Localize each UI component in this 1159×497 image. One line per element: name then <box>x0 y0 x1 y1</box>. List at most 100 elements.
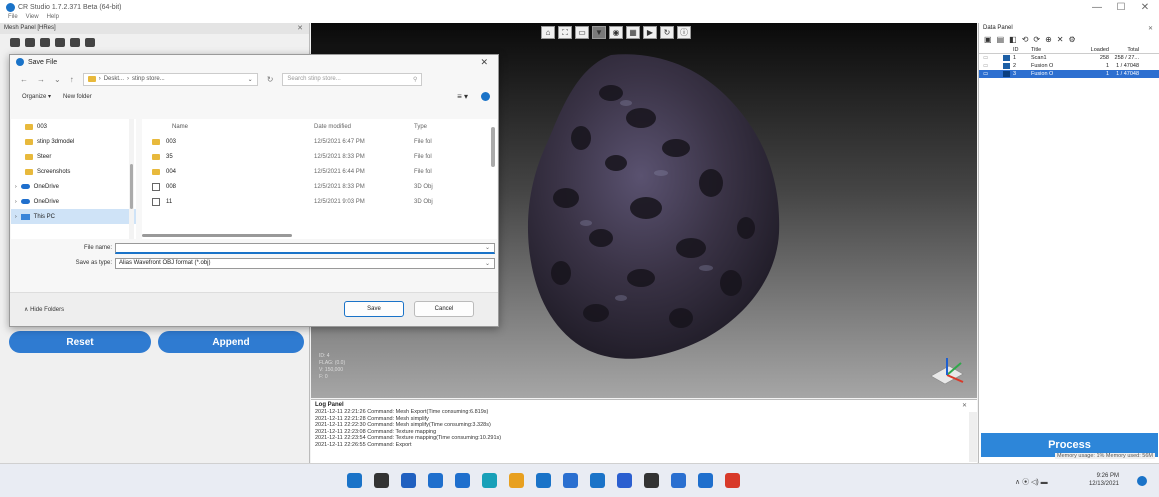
chevron-down-icon[interactable]: ⌄ <box>54 75 61 84</box>
new-folder-button[interactable]: New folder <box>63 94 92 100</box>
log-panel-close-icon[interactable]: ✕ <box>962 402 967 409</box>
mesh-tool-icon[interactable] <box>55 37 65 47</box>
mesh-panel-close-icon[interactable]: ✕ <box>297 23 303 34</box>
column-header-type[interactable]: Type <box>414 124 474 130</box>
menu-view[interactable]: View <box>26 14 39 23</box>
refresh-icon[interactable]: ↻ <box>267 75 274 84</box>
undo-icon[interactable]: ⟲ <box>1022 35 1029 44</box>
data-tool-icon[interactable]: ◧ <box>1009 35 1017 44</box>
taskbar-app-icon[interactable] <box>428 473 443 488</box>
taskbar-app-icon[interactable] <box>644 473 659 488</box>
clock[interactable]: 9:26 PM 12/13/2021 <box>1089 472 1119 488</box>
breadcrumb-item[interactable]: stinp store... <box>132 76 165 82</box>
info-icon[interactable] <box>85 37 95 47</box>
file-row[interactable]: 11 12/5/2021 9:03 PM 3D Obj <box>142 194 497 209</box>
mesh-tool-icon[interactable] <box>70 37 80 47</box>
delete-icon[interactable]: ▤ <box>997 35 1005 44</box>
taskbar-app-icon[interactable] <box>725 473 740 488</box>
taskbar-app-icon[interactable] <box>482 473 497 488</box>
file-row[interactable]: 35 12/5/2021 8:33 PM File fol <box>142 149 497 164</box>
minimize-button[interactable]: — <box>1086 0 1108 14</box>
reset-button[interactable]: Reset <box>9 331 151 353</box>
color-swatch <box>1003 63 1010 69</box>
help-icon[interactable] <box>481 92 490 101</box>
taskbar-app-icon[interactable] <box>374 473 389 488</box>
file-row[interactable]: 003 12/5/2021 6:47 PM File fol <box>142 134 497 149</box>
chevron-down-icon[interactable]: ⌄ <box>485 260 490 267</box>
taskbar-app-icon[interactable] <box>563 473 578 488</box>
taskbar-app-icon[interactable] <box>617 473 632 488</box>
chevron-down-icon[interactable]: ⌄ <box>248 76 253 83</box>
address-bar[interactable]: › Deskt... › stinp store... ⌄ <box>82 72 258 86</box>
column-header-name[interactable]: Name <box>142 124 314 130</box>
save-type-select[interactable]: Alias Wavefront OBJ format (*.obj) ⌄ <box>115 257 495 269</box>
log-scrollbar[interactable] <box>969 412 977 462</box>
organize-button[interactable]: Organize ▾ <box>22 93 51 100</box>
breadcrumb-item[interactable]: Deskt... <box>104 76 124 82</box>
folder-icon <box>152 138 160 145</box>
taskbar-app-icon[interactable] <box>455 473 470 488</box>
taskbar-app-icon[interactable] <box>401 473 416 488</box>
nav-item[interactable]: Screenshots <box>11 164 136 179</box>
app-logo-icon <box>6 2 15 12</box>
column-header-date[interactable]: Date modified <box>314 124 414 130</box>
row-title: Scan1 <box>1031 55 1047 61</box>
file-list-scrollbar[interactable] <box>491 127 495 167</box>
merge-icon[interactable]: ⊕ <box>1045 35 1052 44</box>
maximize-button[interactable]: ☐ <box>1110 0 1132 14</box>
table-row[interactable]: ▭ 2 Fusion O 1 1 / 47048 <box>979 62 1159 70</box>
data-panel-close-icon[interactable]: ✕ <box>1148 25 1153 32</box>
command-bar: Organize ▾ New folder ≡ ▾ <box>10 89 498 104</box>
table-row[interactable]: ▭ 3 Fusion O 1 1 / 47048 <box>979 70 1159 78</box>
taskbar-app-icon[interactable] <box>698 473 713 488</box>
close-icon[interactable]: ✕ <box>1057 35 1064 44</box>
mesh-tool-icon[interactable] <box>10 37 20 47</box>
save-button[interactable]: Save <box>344 301 404 317</box>
file-row[interactable]: 008 12/5/2021 8:33 PM 3D Obj <box>142 179 497 194</box>
folder-icon <box>152 168 160 175</box>
mesh-tool-icon[interactable] <box>40 37 50 47</box>
taskbar-app-icon[interactable] <box>509 473 524 488</box>
search-input[interactable]: Search stinp store... ⚲ <box>282 72 423 86</box>
dialog-title: Save File <box>28 58 58 66</box>
start-menu-icon[interactable] <box>347 473 362 488</box>
eye-icon[interactable] <box>25 37 35 47</box>
viewport-info: ID: 4 FLAG: (0.0) V: 150,000 F: 0 <box>319 353 345 381</box>
close-button[interactable]: ✕ <box>1134 0 1156 14</box>
taskbar-app-icon[interactable] <box>590 473 605 488</box>
taskbar-app-icon[interactable] <box>536 473 551 488</box>
taskbar-app-icon[interactable] <box>671 473 686 488</box>
hide-folders-toggle[interactable]: ∧ Hide Folders <box>24 306 64 313</box>
app-logo-icon <box>16 58 24 66</box>
view-options-icon[interactable]: ≡ ▾ <box>457 92 468 101</box>
file-name-input[interactable]: ⌄ <box>115 242 495 254</box>
file-row[interactable]: 004 12/5/2021 6:44 PM File fol <box>142 164 497 179</box>
dialog-close-icon[interactable]: ✕ <box>480 57 488 68</box>
menu-file[interactable]: File <box>8 14 18 23</box>
nav-item[interactable]: › This PC <box>11 209 136 224</box>
forward-arrow-icon[interactable]: → <box>37 75 45 84</box>
back-arrow-icon[interactable]: ← <box>20 75 28 84</box>
nav-item[interactable]: 003 <box>11 119 136 134</box>
up-arrow-icon[interactable]: ↑ <box>70 75 74 84</box>
chevron-down-icon[interactable]: ⌄ <box>485 244 490 251</box>
nav-scrollbar[interactable] <box>129 119 134 239</box>
nav-item[interactable]: › OneDrive <box>11 194 136 209</box>
mesh-panel-title-text: Mesh Panel [HRes] <box>4 25 56 31</box>
data-tool-icon[interactable]: ▣ <box>984 35 992 44</box>
table-row[interactable]: ▭ 1 Scan1 258 258 / 27... <box>979 54 1159 62</box>
settings-icon[interactable]: ⚙ <box>1069 35 1076 44</box>
nav-item[interactable]: Steer <box>11 149 136 164</box>
append-button[interactable]: Append <box>158 331 304 353</box>
horizontal-scrollbar[interactable] <box>142 234 292 237</box>
notification-icon[interactable] <box>1137 476 1147 486</box>
menu-help[interactable]: Help <box>47 14 59 23</box>
nav-item[interactable]: stinp 3dmodel <box>11 134 136 149</box>
redo-icon[interactable]: ⟳ <box>1033 35 1040 44</box>
nav-item[interactable]: › OneDrive <box>11 179 136 194</box>
cancel-button[interactable]: Cancel <box>414 301 474 317</box>
axis-gizmo-icon <box>930 358 964 385</box>
file-date: 12/5/2021 8:33 PM <box>314 153 365 160</box>
system-tray[interactable]: ∧ ⦿ ◁) ▬ <box>1015 477 1048 487</box>
row-title: Fusion O <box>1031 63 1054 69</box>
